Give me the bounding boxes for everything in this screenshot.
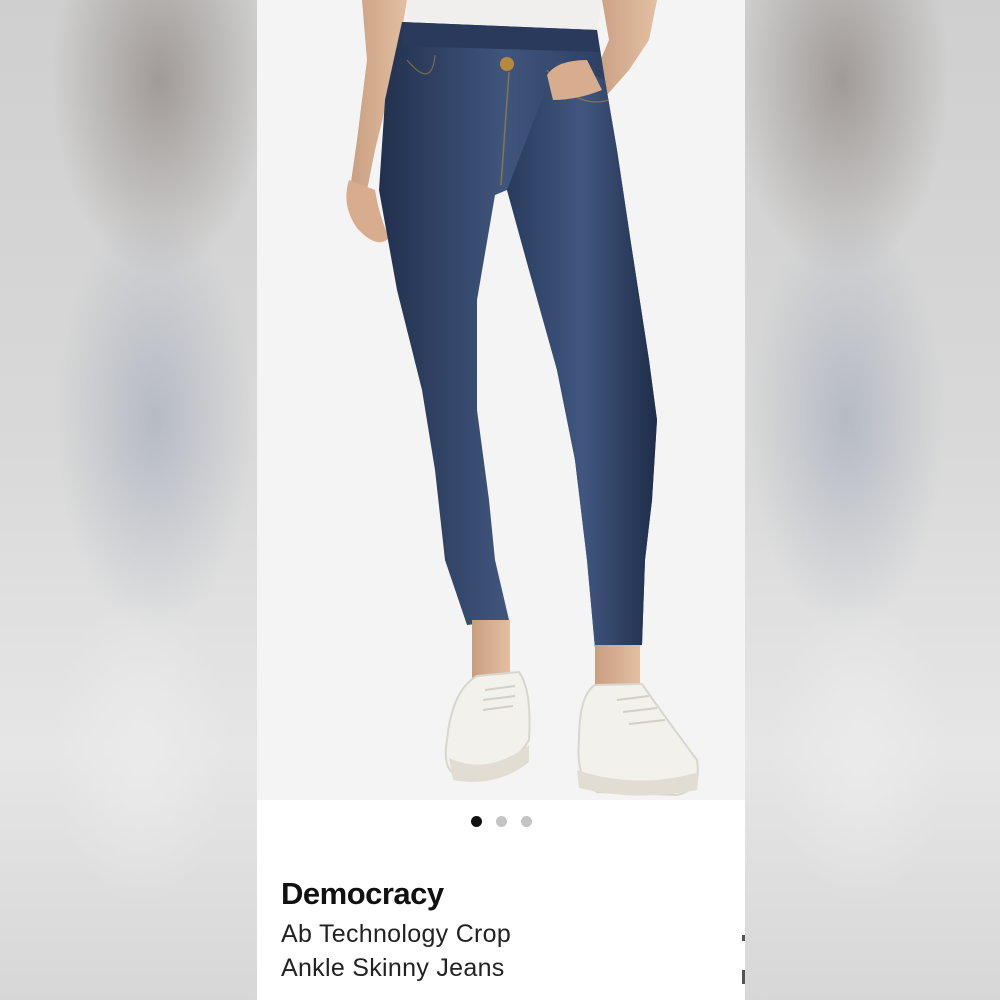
edge-artifact-bottom	[742, 970, 745, 984]
blurred-backdrop-left	[0, 0, 257, 1000]
product-card[interactable]: Democracy Ab Technology Crop Ankle Skinn…	[257, 0, 745, 1000]
jeans-button	[500, 57, 514, 71]
carousel-dot-2[interactable]	[495, 816, 507, 827]
blurred-backdrop-right	[745, 0, 1000, 1000]
product-title-line-1[interactable]: Ab Technology Crop	[281, 920, 511, 949]
jeans-photo	[257, 0, 745, 800]
product-brand[interactable]: Democracy	[281, 876, 444, 912]
carousel-dot-1[interactable]	[470, 816, 482, 827]
product-image[interactable]	[257, 0, 745, 800]
carousel-dot-3[interactable]	[520, 816, 532, 827]
product-title-line-2[interactable]: Ankle Skinny Jeans	[281, 954, 505, 983]
edge-artifact-top	[742, 935, 745, 941]
carousel-indicator	[257, 816, 745, 827]
